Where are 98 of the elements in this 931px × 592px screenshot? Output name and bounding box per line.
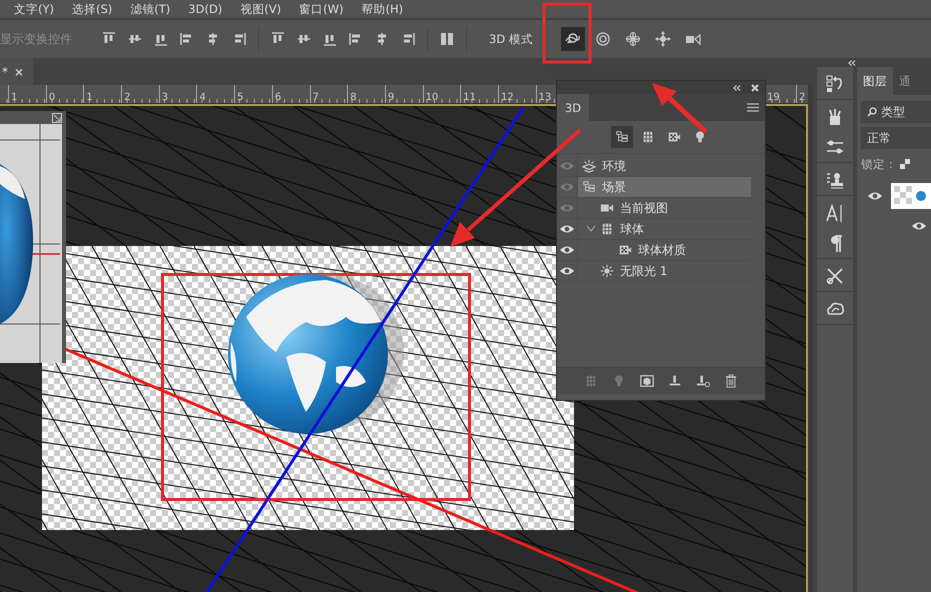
video-camera-icon[interactable] — [684, 31, 701, 47]
align-icon[interactable] — [297, 32, 311, 46]
move-icon[interactable] — [654, 31, 671, 47]
ruler-number: 4 — [199, 92, 206, 103]
menu-item[interactable]: 窗口(W) — [299, 2, 344, 16]
menu-item[interactable]: 视图(V) — [240, 2, 282, 16]
blend-mode-dropdown[interactable]: 正常 — [861, 127, 931, 149]
creative-cloud-icon[interactable] — [826, 300, 844, 318]
eye-icon[interactable] — [911, 221, 927, 231]
history-icon[interactable] — [826, 75, 844, 93]
ruler-number: 2 — [124, 92, 130, 103]
ruler-number: 11 — [463, 92, 476, 103]
ruler-number: 7 — [312, 92, 319, 103]
pan-icon[interactable] — [624, 31, 641, 47]
lock-transparency-icon[interactable] — [900, 159, 910, 169]
align-icon[interactable] — [349, 32, 363, 46]
highlight-frame — [542, 2, 592, 64]
annotation-arrow — [652, 83, 708, 134]
item-label: 无限光 1 — [620, 262, 668, 280]
environment-icon — [582, 159, 596, 173]
scene-tree-item[interactable]: 球体材质 — [557, 240, 751, 261]
lock-label: 锁定： — [861, 156, 897, 172]
align-icon[interactable] — [128, 32, 142, 46]
ruler-number: 1 — [86, 92, 93, 103]
eye-icon[interactable] — [559, 266, 575, 276]
menu-icon[interactable] — [747, 103, 759, 112]
menu-item[interactable]: 文字(Y) — [14, 2, 54, 16]
ruler-number: 8 — [350, 92, 357, 103]
trash-icon[interactable] — [724, 374, 738, 388]
align-icon[interactable] — [154, 32, 168, 46]
menu-item[interactable]: 滤镜(T) — [130, 2, 170, 16]
eye-icon[interactable] — [867, 191, 883, 201]
scene-tree-item[interactable]: 球体 — [557, 219, 751, 240]
clone-stamp-icon[interactable] — [826, 171, 844, 189]
menu-item[interactable]: 选择(S) — [72, 2, 112, 16]
layer-thumbnail — [891, 183, 931, 209]
align-icon[interactable] — [401, 32, 415, 46]
eye-icon[interactable] — [559, 224, 575, 234]
document-title: * — [2, 64, 8, 78]
ruler-number: 0 — [48, 92, 56, 103]
align-icon[interactable] — [375, 32, 389, 46]
ruler-number: 2 — [799, 92, 806, 103]
sun-icon — [600, 264, 614, 278]
ruler-number: 5 — [237, 92, 244, 103]
material-icon[interactable] — [667, 130, 681, 144]
eye-icon[interactable] — [559, 245, 575, 255]
ruler-number: 3 — [162, 92, 168, 103]
item-label: 球体材质 — [638, 242, 686, 258]
panel-tab[interactable]: 3D — [557, 94, 589, 121]
ruler-number: 13 — [538, 92, 552, 103]
distribute-icon[interactable] — [440, 32, 454, 46]
search-icon — [867, 107, 877, 117]
item-label: 球体 — [620, 220, 644, 238]
ruler-number: 9 — [388, 92, 394, 103]
ruler-number: 12 — [500, 92, 514, 103]
item-label: 当前视图 — [620, 200, 668, 216]
align-icon[interactable] — [180, 32, 194, 46]
scene-tree-item[interactable]: 无限光 1 — [557, 261, 751, 282]
3d-mode-label: 3D 模式 — [489, 32, 533, 46]
layer-filter-dropdown[interactable]: 类型 — [861, 101, 931, 123]
panel-tab[interactable]: 图层 — [857, 67, 893, 95]
cube-icon[interactable] — [640, 374, 654, 388]
filter-button[interactable] — [611, 126, 633, 148]
ruler-number: 1 — [11, 92, 18, 103]
hierarchy-icon — [582, 180, 596, 194]
view-switch-icon[interactable] — [52, 112, 62, 122]
ruler-number: 19 — [767, 92, 780, 103]
document-tab[interactable]: * × — [0, 58, 33, 85]
adjustment-sliders-icon[interactable] — [826, 138, 844, 156]
align-icon[interactable] — [323, 32, 337, 46]
align-icon[interactable] — [206, 32, 220, 46]
close-tab-button[interactable]: × — [14, 64, 24, 78]
double-chevron-icon[interactable] — [848, 60, 856, 66]
pin-icon[interactable] — [668, 374, 682, 388]
character-icon[interactable] — [826, 204, 844, 222]
menu-item[interactable]: 帮助(H) — [362, 2, 404, 16]
3d-mode-tool-button[interactable] — [560, 27, 585, 51]
menu-item[interactable]: 3D(D) — [188, 2, 222, 16]
hierarchy-icon[interactable] — [615, 130, 629, 144]
item-label: 环境 — [602, 158, 626, 174]
panel-tab[interactable]: 通 — [893, 67, 917, 95]
light-bulb-icon[interactable] — [693, 130, 707, 144]
scene-tree-item[interactable]: 当前视图 — [557, 198, 751, 219]
double-chevron-icon[interactable] — [733, 84, 741, 90]
align-icon[interactable] — [102, 32, 116, 46]
cylinder-icon — [600, 222, 614, 236]
ruler-number: 10 — [426, 92, 438, 103]
cylinder-icon[interactable] — [641, 130, 655, 144]
remove-pin-icon[interactable] — [696, 374, 710, 388]
chevron-down-icon[interactable] — [586, 225, 596, 233]
ruler-number: 6 — [274, 92, 282, 103]
roll-icon[interactable] — [594, 31, 611, 47]
close-icon[interactable] — [751, 84, 759, 92]
align-icon[interactable] — [271, 32, 285, 46]
material-icon — [618, 243, 632, 257]
tools-icon[interactable] — [826, 267, 844, 285]
align-icon[interactable] — [232, 32, 246, 46]
item-label: 场景 — [602, 178, 626, 196]
